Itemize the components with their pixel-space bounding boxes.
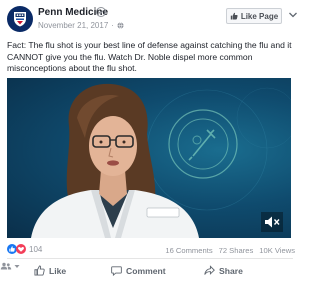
shares-count[interactable]: 72 Shares — [219, 246, 254, 255]
more-options-icon[interactable] — [288, 11, 298, 19]
video-player[interactable] — [7, 78, 291, 238]
friends-icon — [0, 262, 12, 270]
penn-shield-icon — [14, 12, 26, 27]
mute-button[interactable] — [261, 212, 283, 232]
like-label: Like — [49, 265, 67, 276]
page-avatar[interactable] — [7, 6, 33, 32]
like-page-label: Like Page — [240, 11, 279, 21]
share-icon — [204, 265, 215, 275]
post-header: Penn Medicine November 21, 2017 · Like P… — [0, 0, 300, 36]
thumb-up-icon — [230, 12, 238, 20]
comment-button[interactable]: Comment — [111, 265, 166, 276]
post-text: Fact: The flu shot is your best line of … — [7, 40, 292, 74]
like-button[interactable]: Like — [34, 265, 66, 276]
comment-icon — [111, 266, 122, 276]
comment-label: Comment — [126, 265, 166, 276]
love-reaction-icon — [16, 244, 26, 254]
post-date[interactable]: November 21, 2017 — [38, 21, 108, 30]
flu-shot-badge — [168, 109, 238, 179]
reaction-count: 104 — [29, 244, 43, 254]
post-meta: November 21, 2017 · — [38, 21, 124, 30]
verified-icon — [96, 7, 106, 17]
thumb-up-icon — [34, 265, 45, 276]
engagement-stats: 16 Comments 72 Shares 10K Views — [165, 246, 295, 255]
chevron-down-icon — [14, 264, 20, 268]
views-count: 10K Views — [259, 246, 295, 255]
action-bar: Like Comment Share — [0, 262, 300, 282]
separator-dot: · — [111, 21, 114, 30]
globe-icon — [117, 22, 124, 29]
divider — [7, 258, 293, 259]
video-frame — [31, 83, 291, 238]
reaction-summary[interactable]: 104 — [7, 244, 42, 254]
like-page-button[interactable]: Like Page — [226, 8, 282, 24]
share-button[interactable]: Share — [204, 265, 243, 276]
share-label: Share — [219, 265, 243, 276]
comments-count[interactable]: 16 Comments — [165, 246, 212, 255]
